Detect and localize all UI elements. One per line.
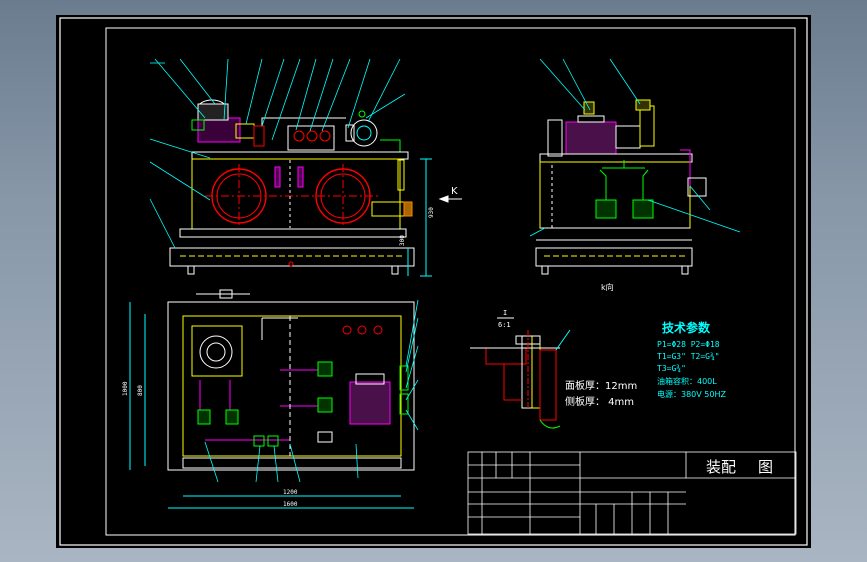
tech-params-line3: T3=G¾" [657, 364, 686, 373]
tech-params-heading: 技术参数 [662, 320, 711, 335]
dim-width-outer: 1600 [283, 501, 298, 508]
drawing-title-a: 装配 [706, 458, 736, 476]
tech-params-line5: 电源：380V 50HZ [657, 389, 726, 399]
tech-params-line1: P1=Φ28 P2=Φ18 [657, 340, 720, 349]
k-arrow-label: K [451, 186, 458, 197]
tech-params-line2: T1=G3" T2=G¾" [657, 352, 720, 361]
tech-params-line4: 油箱容积：400L [657, 376, 717, 386]
dim-depth-outer: 1000 [122, 381, 129, 396]
drawing-title-b: 图 [758, 458, 773, 476]
drawing-canvas [56, 15, 811, 548]
k-view-label: k向 [601, 282, 614, 292]
top-pump-motor [349, 381, 391, 425]
detail-label-bottom: 6:1 [498, 321, 511, 329]
side-valve-left [595, 199, 617, 219]
side-thickness-note: 侧板厚： 4mm [565, 395, 634, 408]
dim-height-lower: 300 [399, 235, 406, 246]
panel-thickness-note: 面板厚：12mm [565, 379, 637, 392]
cad-drawing-sheet: K k向 I 6:1 面板厚：12mm 侧板厚： 4mm 技术参数 P1=Φ28… [56, 15, 811, 548]
dim-depth-inner: 800 [137, 385, 144, 396]
side-valve-right [632, 199, 654, 219]
dim-width-inner: 1200 [283, 489, 298, 496]
detail-label-top: I [503, 309, 507, 317]
dim-height-total: 930 [428, 207, 435, 218]
